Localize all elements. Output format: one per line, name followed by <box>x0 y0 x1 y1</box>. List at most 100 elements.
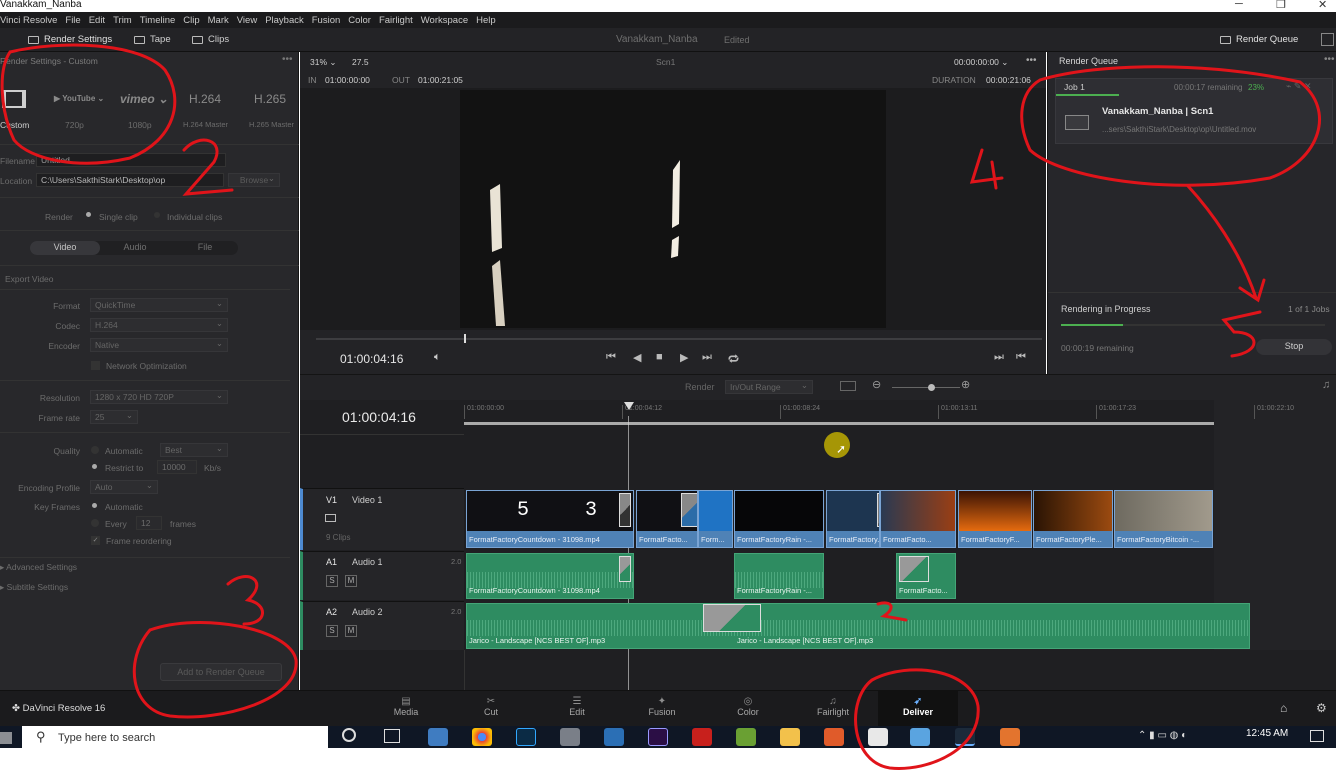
page-fusion[interactable]: ✦ Fusion <box>622 691 702 727</box>
key-frames-automatic-radio[interactable] <box>92 503 97 508</box>
video-clip[interactable]: FormatFacto... <box>636 490 698 548</box>
viewer-options-icon[interactable]: ••• <box>1026 55 1037 66</box>
menu-item[interactable]: Fusion <box>308 15 345 26</box>
notification-icon[interactable] <box>1310 730 1324 742</box>
h264-preset[interactable]: H.264 <box>189 92 221 106</box>
taskbar-search-box[interactable]: ⚲ Type here to search <box>22 726 328 748</box>
restrict-radio[interactable] <box>92 464 97 469</box>
settings-gear-icon[interactable]: ⚙ <box>1316 701 1327 715</box>
photoshop-icon[interactable] <box>516 728 536 746</box>
menu-item[interactable]: Help <box>472 15 500 26</box>
audio-clip[interactable]: FormatFactoryCountdown - 31098.mp4 <box>466 553 634 599</box>
video-clip[interactable]: FormatFactoryRain -... <box>734 490 824 548</box>
taskbar-app-icon[interactable] <box>1000 728 1020 746</box>
scrubber-track[interactable] <box>316 338 1042 340</box>
advanced-settings-expander[interactable]: ▸ Advanced Settings <box>0 562 77 573</box>
menu-item[interactable]: Mark <box>204 15 233 26</box>
go-to-end-icon[interactable]: ⏭︎ <box>702 351 712 364</box>
film-icon[interactable] <box>2 90 26 108</box>
video-clip[interactable]: Form... <box>698 490 733 548</box>
timeline-ruler[interactable]: 01:00:00:00 01:00:04:12 01:00:08:24 01:00:1… <box>464 405 1294 427</box>
zoom-out-icon[interactable]: ⊖ <box>872 378 881 391</box>
a2-mute-button[interactable]: M <box>345 625 357 637</box>
quality-select[interactable]: Best <box>160 443 228 457</box>
audio-clip[interactable]: FormatFactoryRain -... <box>734 553 824 599</box>
file-explorer-icon[interactable] <box>780 728 800 746</box>
page-media[interactable]: ▤ Media <box>366 691 446 727</box>
video-clip[interactable]: 5 3 FormatFactoryCountdown - 31098.mp4 <box>466 490 634 548</box>
stop-render-button[interactable]: Stop <box>1256 339 1332 355</box>
encoder-select[interactable]: Native <box>90 338 228 352</box>
page-edit[interactable]: ☰ Edit <box>537 691 617 727</box>
tab-audio[interactable]: Audio <box>100 242 170 252</box>
home-icon[interactable]: ⌂ <box>1280 701 1287 715</box>
browse-button[interactable]: Browse <box>228 173 280 187</box>
preset-custom-label[interactable]: Custom <box>0 120 29 130</box>
taskbar-app-icon[interactable] <box>560 728 580 746</box>
a2-solo-button[interactable]: S <box>326 625 338 637</box>
page-fairlight[interactable]: ♫ Fairlight <box>793 691 873 727</box>
taskbar-app-icon[interactable] <box>824 728 844 746</box>
maximize-button[interactable]: ❐ <box>1276 0 1286 11</box>
every-value-field[interactable]: 12 <box>136 516 162 530</box>
render-queue-button[interactable]: Render Queue <box>1220 34 1298 45</box>
loop-icon[interactable]: 🔁︎ <box>728 351 739 367</box>
youtube-preset[interactable]: ▶ YouTube ⌄ <box>54 94 104 103</box>
page-cut[interactable]: ✂ Cut <box>451 691 531 727</box>
key-frames-every-radio[interactable] <box>91 519 99 527</box>
transition-marker[interactable] <box>619 493 631 527</box>
audio-meter-icon[interactable]: ♫ <box>1322 379 1330 391</box>
taskbar-app-icon[interactable] <box>736 728 756 746</box>
single-clip-radio[interactable] <box>86 212 91 217</box>
menu-item[interactable]: Playback <box>261 15 308 26</box>
h265-preset[interactable]: H.265 <box>254 92 286 106</box>
restrict-value-field[interactable]: 10000 <box>157 460 197 474</box>
taskbar-app-icon[interactable] <box>604 728 624 746</box>
video-clip[interactable]: FormatFactoryF... <box>958 490 1032 548</box>
zoom-select[interactable]: 31% ⌄ <box>310 57 337 68</box>
go-to-start-icon[interactable]: ⏮︎ <box>606 351 616 364</box>
menu-item[interactable]: Timeline <box>136 15 180 26</box>
filename-field[interactable]: Untitled <box>36 153 226 167</box>
viewer-timecode-select[interactable]: 00:00:00:00 ⌄ <box>954 57 1008 68</box>
task-view-icon[interactable] <box>384 729 400 743</box>
a1-mute-button[interactable]: M <box>345 575 357 587</box>
close-button[interactable]: ✕ <box>1318 0 1327 11</box>
frame-reordering-checkbox[interactable]: ✓ <box>91 536 100 545</box>
a1-solo-button[interactable]: S <box>326 575 338 587</box>
format-select[interactable]: QuickTime <box>90 298 228 312</box>
menu-item[interactable]: Edit <box>85 15 109 26</box>
more-options-icon[interactable]: ••• <box>282 54 293 65</box>
taskbar-app-icon[interactable] <box>428 728 448 746</box>
track-header-a1[interactable]: A1 Audio 1 2.0 S M <box>300 551 464 600</box>
video-clip[interactable]: FormatFactoryBitcoin -... <box>1114 490 1213 548</box>
windows-start-icon[interactable] <box>0 732 12 744</box>
timeline-view-icon[interactable] <box>840 381 856 391</box>
menu-item[interactable]: Trim <box>109 15 136 26</box>
location-field[interactable]: C:\Users\SakthiStark\Desktop\op <box>36 173 224 187</box>
transition-marker[interactable] <box>619 556 631 582</box>
reverse-play-icon[interactable]: ◀︎ <box>633 351 641 364</box>
volume-icon[interactable]: 🔈︎ <box>434 351 441 364</box>
scrubber-playhead[interactable] <box>464 334 466 343</box>
tab-file[interactable]: File <box>170 242 240 252</box>
cortana-icon[interactable] <box>342 728 356 742</box>
page-deliver[interactable]: ➶ Deliver <box>878 691 958 727</box>
page-color[interactable]: ◎ Color <box>708 691 788 727</box>
zoom-slider-handle[interactable] <box>928 384 935 391</box>
after-effects-icon[interactable] <box>648 728 668 746</box>
zoom-in-icon[interactable]: ⊕ <box>961 378 970 391</box>
video-clip[interactable]: FormatFactoryPle... <box>1033 490 1113 548</box>
audio-clip[interactable]: Jarico - Landscape [NCS BEST OF].mp3 Jar… <box>466 603 1250 649</box>
track-header-a2[interactable]: A2 Audio 2 2.0 S M <box>300 601 464 650</box>
add-to-render-queue-button[interactable]: Add to Render Queue <box>160 663 282 681</box>
davinci-taskbar-icon[interactable] <box>955 728 975 746</box>
monitor-icon[interactable] <box>325 514 336 522</box>
minimize-button[interactable]: ─ <box>1235 0 1243 10</box>
video-viewer[interactable] <box>300 88 1046 330</box>
menu-item[interactable]: File <box>61 15 84 26</box>
codec-select[interactable]: H.264 <box>90 318 228 332</box>
individual-clips-radio[interactable] <box>154 212 160 218</box>
job-action-icons[interactable]: ⌁ ✎ ✕ <box>1286 81 1312 92</box>
zoom-slider[interactable] <box>892 387 960 388</box>
